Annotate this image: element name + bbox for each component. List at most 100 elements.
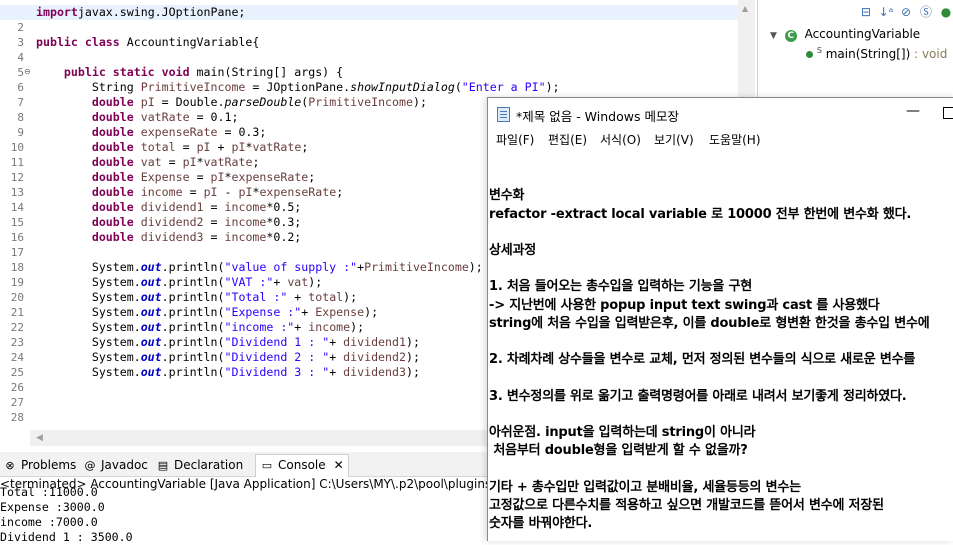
line-number: 10 — [10, 141, 24, 154]
code-line[interactable]: double expenseRate = 0.3; — [36, 125, 267, 140]
chevron-down-icon[interactable]: ▼ — [770, 31, 777, 41]
minimize-button[interactable]: — — [904, 104, 922, 122]
code-token: PrimitiveIncome — [140, 80, 246, 94]
menu-item[interactable]: 편집(E) — [548, 131, 587, 148]
code-token: parseDouble — [224, 95, 302, 109]
code-token: vatRate — [203, 155, 253, 169]
scroll-up-icon[interactable]: ▲ — [742, 4, 748, 13]
code-token: income — [224, 230, 267, 244]
tab-declaration[interactable]: ▤ Declaration — [156, 456, 243, 474]
outline-method-name: main(String[]) — [825, 47, 911, 61]
code-token: public class — [36, 35, 127, 49]
line-number: 4 — [17, 51, 24, 64]
tab-problems[interactable]: ⊗ Problems — [3, 456, 76, 474]
notepad-text-area[interactable]: 변수화 refactor -extract local variable 로 10… — [488, 150, 953, 541]
code-token: double — [91, 200, 141, 214]
code-line[interactable]: System.out.println("Dividend 2 : "+ divi… — [36, 350, 420, 365]
collapse-all-icon[interactable]: ⊟ — [858, 4, 874, 20]
scroll-left-icon[interactable]: ◀ — [36, 433, 43, 443]
tab-console[interactable]: ▭ Console ✕ — [255, 454, 349, 477]
code-token: income — [224, 200, 267, 214]
code-token: vatRate — [252, 140, 302, 154]
code-token: ); — [350, 320, 365, 334]
hide-fields-icon[interactable]: ⊘ — [898, 4, 914, 20]
code-token: double — [91, 170, 141, 184]
code-token: System. — [36, 275, 141, 289]
code-line[interactable]: double dividend2 = income*0.3; — [36, 215, 301, 230]
code-line[interactable]: double dividend3 = income*0.2; — [36, 230, 301, 245]
menu-item[interactable]: 보기(V) — [654, 131, 694, 148]
code-token: = JOptionPane. — [245, 80, 351, 94]
code-line[interactable]: System.out.println("Dividend 1 : "+ divi… — [36, 335, 420, 350]
code-line[interactable]: System.out.println("Dividend 3 : "+ divi… — [36, 365, 420, 380]
notepad-window: *제목 없음 - Windows 메모장 — 파일(F) 편집(E) 서식(O) 보기… — [487, 97, 953, 541]
code-line[interactable]: importjavax.swing.JOptionPane; — [0, 5, 752, 20]
code-line[interactable]: double dividend1 = income*0.5; — [36, 200, 301, 215]
tab-label: Javadoc — [101, 458, 148, 472]
outline-class-item[interactable]: ▼ C AccountingVariable — [770, 26, 920, 42]
code-token: double — [91, 125, 141, 139]
sort-az-icon[interactable]: ↓ᵃ — [878, 4, 894, 20]
code-line[interactable]: System.out.println("Total :" + total); — [36, 290, 357, 305]
code-token: income — [224, 215, 267, 229]
line-number-gutter: 12345⊖6789101112131415161718192021222324… — [0, 4, 32, 434]
code-token: = — [203, 200, 225, 214]
line-number: 6 — [17, 81, 24, 94]
code-token: ); — [545, 80, 560, 94]
menu-item[interactable]: 파일(F) — [496, 131, 534, 148]
line-number: 5 — [17, 66, 24, 79]
hide-static-icon[interactable]: Ⓢ — [918, 4, 934, 20]
code-token: Expense — [140, 170, 190, 184]
code-token: javax.swing.JOptionPane; — [77, 5, 246, 19]
code-token: - — [217, 185, 239, 199]
code-line[interactable]: double vat = pI*vatRate; — [36, 155, 260, 170]
console-output-line: income :7000.0 — [0, 515, 98, 529]
code-token: AccountingVariable{ — [126, 35, 260, 49]
code-line[interactable]: System.out.println("income :"+ income); — [36, 320, 364, 335]
problems-icon: ⊗ — [5, 459, 15, 472]
code-token: expenseRate — [231, 170, 309, 184]
menu-item[interactable]: 도움말(H) — [709, 131, 761, 148]
code-line[interactable]: System.out.println("VAT :"+ vat); — [36, 275, 322, 290]
outline-method-item[interactable]: S main(String[]) : void — [806, 43, 947, 61]
maximize-button[interactable] — [943, 107, 953, 119]
code-line[interactable]: double pI = Double.parseDouble(Primitive… — [36, 95, 427, 110]
code-token: dividend3 — [140, 230, 204, 244]
code-line[interactable]: double income = pI - pI*expenseRate; — [36, 185, 343, 200]
line-number: 20 — [10, 291, 24, 304]
code-token: + — [301, 305, 316, 319]
code-token: "Dividend 3 : " — [224, 365, 330, 379]
close-icon[interactable]: ✕ — [334, 458, 344, 472]
code-line[interactable]: String PrimitiveIncome = JOptionPane.sho… — [36, 80, 560, 95]
code-line[interactable]: System.out.println("Expense :"+ Expense)… — [36, 305, 378, 320]
hide-nonpublic-icon[interactable]: ● — [938, 4, 953, 20]
code-token: + — [273, 275, 288, 289]
code-line[interactable]: double vatRate = 0.1; — [36, 110, 239, 125]
code-line[interactable]: double total = pI + pI*vatRate; — [36, 140, 308, 155]
notepad-line: 기타 + 총수입만 입력값이고 분배비율, 세율등등의 변수는 — [489, 479, 801, 495]
code-line[interactable]: double Expense = pI*expenseRate; — [36, 170, 315, 185]
tab-javadoc[interactable]: @ Javadoc — [83, 456, 148, 474]
fold-collapse-icon[interactable]: ⊖ — [24, 68, 32, 76]
code-token: out — [140, 350, 162, 364]
code-token: "Total :" — [224, 290, 288, 304]
menu-item[interactable]: 서식(O) — [600, 131, 641, 148]
code-line[interactable]: public class AccountingVariable{ — [36, 35, 259, 50]
code-token: System. — [36, 290, 141, 304]
code-token: * — [196, 155, 204, 169]
notepad-title-bar[interactable]: *제목 없음 - Windows 메모장 — — [488, 98, 953, 130]
code-token: .println( — [161, 260, 225, 274]
line-number: 19 — [10, 276, 24, 289]
tab-label: Declaration — [174, 458, 244, 472]
code-line[interactable]: System.out.println("value of supply :"+P… — [36, 260, 483, 275]
code-line[interactable]: public static void main(String[] args) { — [36, 65, 343, 80]
code-token: = 0.1; — [189, 110, 239, 124]
code-token: "VAT :" — [224, 275, 274, 289]
notepad-menu-bar: 파일(F) 편집(E) 서식(O) 보기(V) 도움말(H) — [488, 130, 953, 150]
console-output-line: Dividend 1 : 3500.0 — [0, 530, 133, 544]
code-token: ); — [405, 350, 420, 364]
